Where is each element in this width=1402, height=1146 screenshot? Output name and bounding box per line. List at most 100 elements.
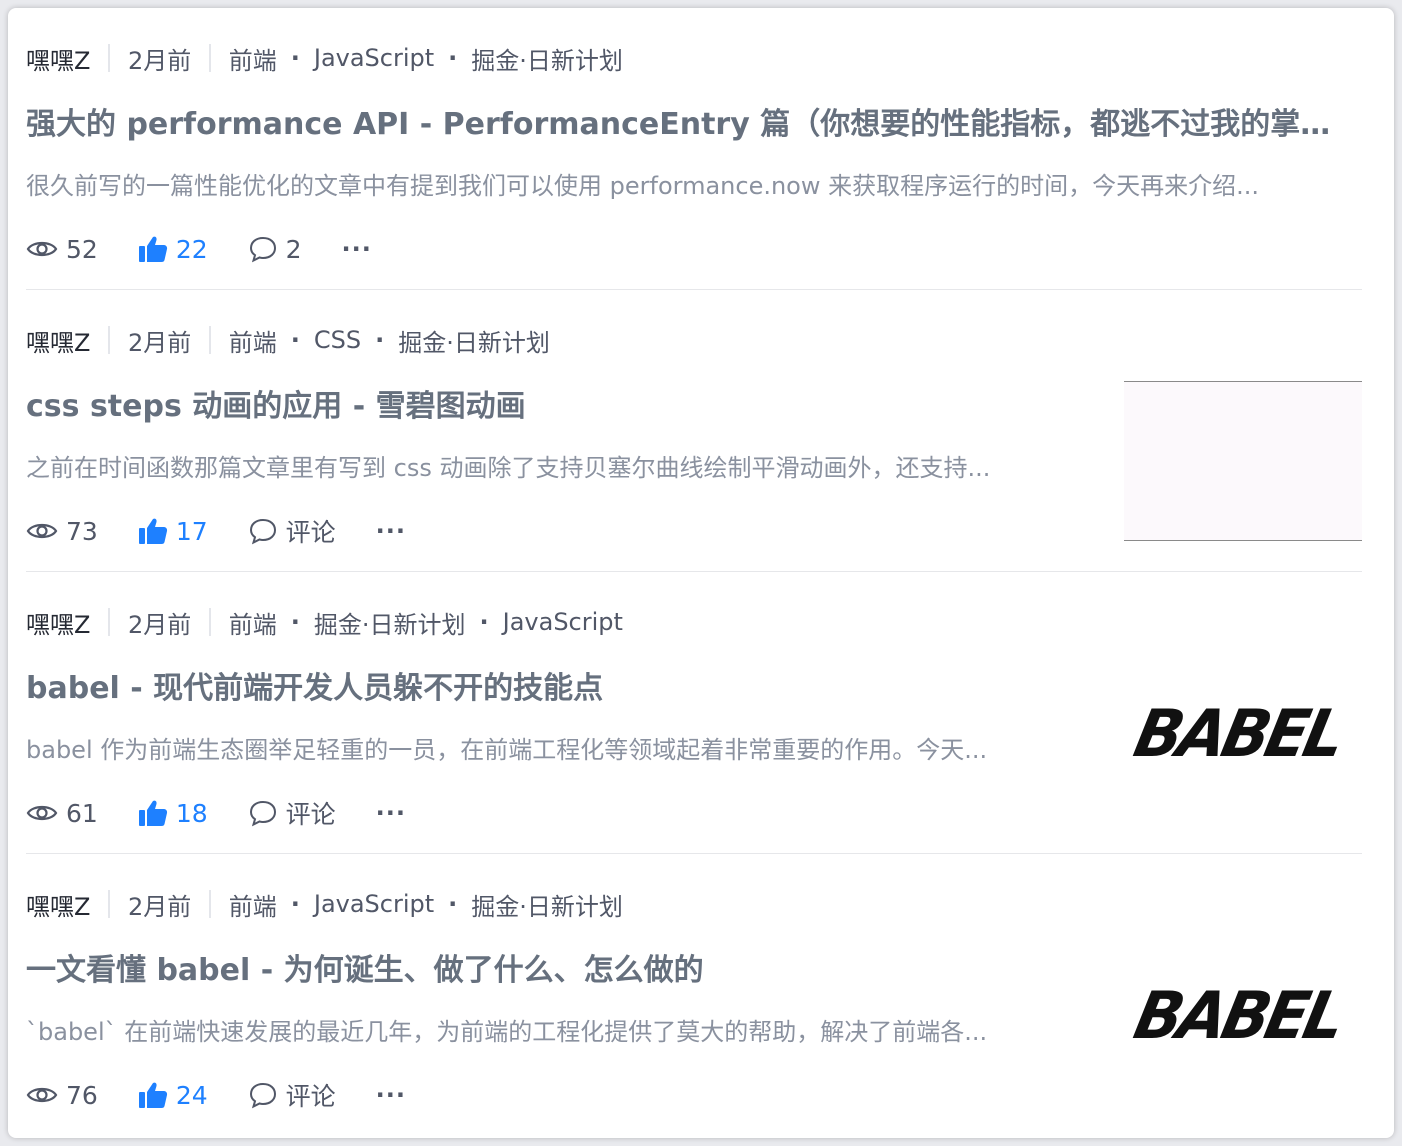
tag-dot: · — [375, 326, 385, 354]
article-list-panel: 嘿嘿Z 2月前 前端 · JavaScript · 掘金·日新计划 强大的 pe… — [8, 8, 1394, 1138]
views-value: 76 — [66, 1080, 98, 1110]
thumbs-up-icon — [138, 518, 167, 544]
views-value: 61 — [66, 798, 98, 828]
meta-divider — [108, 326, 110, 354]
meta-divider — [209, 44, 211, 72]
babel-logo: BABEL — [1127, 977, 1349, 1054]
tag[interactable]: 掘金·日新计划 — [398, 323, 550, 358]
eye-icon — [26, 1087, 58, 1103]
tag-dot: · — [290, 608, 300, 636]
thumbs-up-icon — [138, 800, 167, 826]
views-count: 52 — [26, 235, 98, 264]
likes-value: 24 — [175, 1080, 208, 1110]
meta-divider — [108, 890, 110, 918]
like-button[interactable]: 24 — [138, 1081, 208, 1110]
article-actions: 76 24 评论 ··· — [26, 1077, 406, 1113]
article-summary[interactable]: 很久前写的一篇性能优化的文章中有提到我们可以使用 performance.now… — [26, 170, 1346, 202]
tag[interactable]: 掘金·日新计划 — [471, 41, 623, 76]
tag[interactable]: 前端 — [229, 887, 277, 922]
meta-divider — [209, 326, 211, 354]
comment-button[interactable]: 评论 — [248, 795, 336, 831]
likes-value: 22 — [175, 234, 208, 264]
article-meta: 嘿嘿Z 2月前 前端 · JavaScript · 掘金·日新计划 — [26, 41, 623, 76]
comment-button[interactable]: 2 — [248, 235, 302, 264]
article-thumbnail[interactable] — [1124, 381, 1362, 541]
publish-time: 2月前 — [127, 328, 192, 357]
article-actions: 61 18 评论 ··· — [26, 795, 406, 831]
author-name[interactable]: 嘿嘿Z — [26, 887, 90, 922]
author-name[interactable]: 嘿嘿Z — [26, 323, 90, 358]
article-meta: 嘿嘿Z 2月前 前端 · JavaScript · 掘金·日新计划 — [26, 887, 623, 922]
tag[interactable]: JavaScript — [503, 608, 623, 636]
eye-icon — [26, 805, 58, 821]
article-summary[interactable]: 之前在时间函数那篇文章里有写到 css 动画除了支持贝塞尔曲线绘制平滑动画外，还… — [26, 452, 1066, 484]
likes-value: 17 — [175, 516, 208, 546]
thumbs-up-icon — [138, 236, 167, 262]
meta-divider — [108, 44, 110, 72]
article-meta: 嘿嘿Z 2月前 前端 · 掘金·日新计划 · JavaScript — [26, 605, 623, 640]
tag-dot: · — [448, 44, 458, 72]
comments-value: 评论 — [285, 1082, 336, 1111]
comment-bubble-icon — [249, 1082, 276, 1109]
views-count: 61 — [26, 799, 98, 828]
article-title[interactable]: 强大的 performance API - PerformanceEntry 篇… — [26, 105, 1346, 145]
comments-value: 2 — [285, 234, 302, 264]
views-count: 76 — [26, 1081, 98, 1110]
babel-logo: BABEL — [1127, 695, 1349, 772]
article-actions: 73 17 评论 ··· — [26, 513, 406, 549]
eye-icon — [26, 241, 58, 257]
comment-bubble-icon — [249, 236, 276, 263]
like-button[interactable]: 18 — [138, 799, 208, 828]
article-thumbnail[interactable]: BABEL — [1124, 945, 1362, 1105]
thumbs-up-icon — [138, 1082, 167, 1108]
views-value: 52 — [66, 234, 98, 264]
tag-dot: · — [448, 890, 458, 918]
article-thumbnail[interactable]: BABEL — [1124, 663, 1362, 823]
comments-value: 评论 — [285, 800, 336, 829]
tag[interactable]: 前端 — [229, 323, 277, 358]
publish-time: 2月前 — [127, 610, 192, 639]
tag-dot: · — [290, 890, 300, 918]
tag-dot: · — [479, 608, 489, 636]
article-summary[interactable]: `babel` 在前端快速发展的最近几年，为前端的工程化提供了莫大的帮助，解决了… — [26, 1016, 1066, 1048]
comment-button[interactable]: 评论 — [248, 1077, 336, 1113]
article-item[interactable]: 嘿嘿Z 2月前 前端 · JavaScript · 掘金·日新计划 强大的 pe… — [26, 8, 1362, 290]
comment-button[interactable]: 评论 — [248, 513, 336, 549]
likes-value: 18 — [175, 798, 208, 828]
tag-dot: · — [290, 326, 300, 354]
tag-dot: · — [290, 44, 300, 72]
like-button[interactable]: 22 — [138, 235, 208, 264]
article-meta: 嘿嘿Z 2月前 前端 · CSS · 掘金·日新计划 — [26, 323, 550, 358]
article-item[interactable]: 嘿嘿Z 2月前 前端 · JavaScript · 掘金·日新计划 一文看懂 b… — [26, 854, 1362, 1136]
tag[interactable]: JavaScript — [314, 890, 434, 918]
more-options-button[interactable]: ··· — [376, 519, 406, 543]
tag[interactable]: 掘金·日新计划 — [471, 887, 623, 922]
article-list: 嘿嘿Z 2月前 前端 · JavaScript · 掘金·日新计划 强大的 pe… — [26, 8, 1362, 1136]
article-title[interactable]: babel - 现代前端开发人员躲不开的技能点 — [26, 669, 1066, 709]
article-title[interactable]: 一文看懂 babel - 为何诞生、做了什么、怎么做的 — [26, 951, 1066, 991]
more-options-button[interactable]: ··· — [376, 1083, 406, 1107]
tag[interactable]: 掘金·日新计划 — [314, 605, 466, 640]
article-summary[interactable]: babel 作为前端生态圈举足轻重的一员，在前端工程化等领域起着非常重要的作用。… — [26, 734, 1066, 766]
article-title[interactable]: css steps 动画的应用 - 雪碧图动画 — [26, 387, 1066, 427]
tag[interactable]: JavaScript — [314, 44, 434, 72]
comment-bubble-icon — [249, 800, 276, 827]
meta-divider — [209, 608, 211, 636]
publish-time: 2月前 — [127, 892, 192, 921]
meta-divider — [108, 608, 110, 636]
author-name[interactable]: 嘿嘿Z — [26, 41, 90, 76]
article-item[interactable]: 嘿嘿Z 2月前 前端 · 掘金·日新计划 · JavaScript babel … — [26, 572, 1362, 854]
views-value: 73 — [66, 516, 98, 546]
like-button[interactable]: 17 — [138, 517, 208, 546]
author-name[interactable]: 嘿嘿Z — [26, 605, 90, 640]
article-actions: 52 22 2 ··· — [26, 231, 372, 267]
more-options-button[interactable]: ··· — [376, 801, 406, 825]
article-item[interactable]: 嘿嘿Z 2月前 前端 · CSS · 掘金·日新计划 css steps 动画的… — [26, 290, 1362, 572]
tag[interactable]: 前端 — [229, 605, 277, 640]
tag[interactable]: 前端 — [229, 41, 277, 76]
eye-icon — [26, 523, 58, 539]
views-count: 73 — [26, 517, 98, 546]
more-options-button[interactable]: ··· — [342, 237, 372, 261]
comments-value: 评论 — [285, 518, 336, 547]
tag[interactable]: CSS — [314, 326, 361, 354]
